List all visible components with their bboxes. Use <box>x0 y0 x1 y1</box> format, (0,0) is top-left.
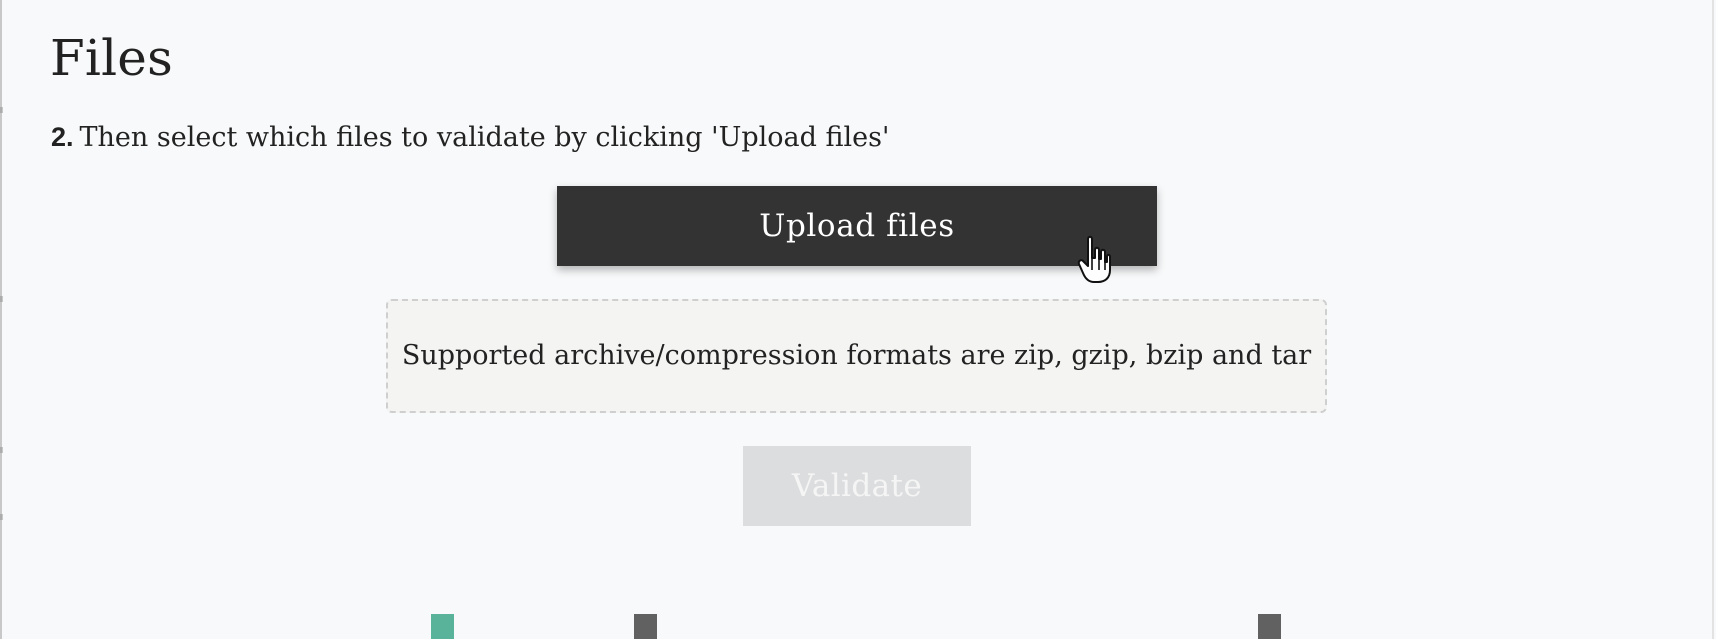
supported-formats-box: Supported archive/compression formats ar… <box>386 299 1327 413</box>
left-edge-marks <box>0 0 4 639</box>
instruction-text: 2. Then select which files to validate by… <box>51 121 889 154</box>
upload-files-button[interactable]: Upload files <box>557 186 1157 266</box>
gray-indicator <box>634 614 657 639</box>
page-title: Files <box>50 29 173 87</box>
supported-formats-text: Supported archive/compression formats ar… <box>401 339 1312 371</box>
step-text: Then select which files to validate by c… <box>79 122 890 153</box>
gray-indicator <box>1258 614 1281 639</box>
teal-indicator <box>431 614 454 639</box>
step-number: 2. <box>51 122 74 152</box>
validate-button: Validate <box>743 446 971 526</box>
